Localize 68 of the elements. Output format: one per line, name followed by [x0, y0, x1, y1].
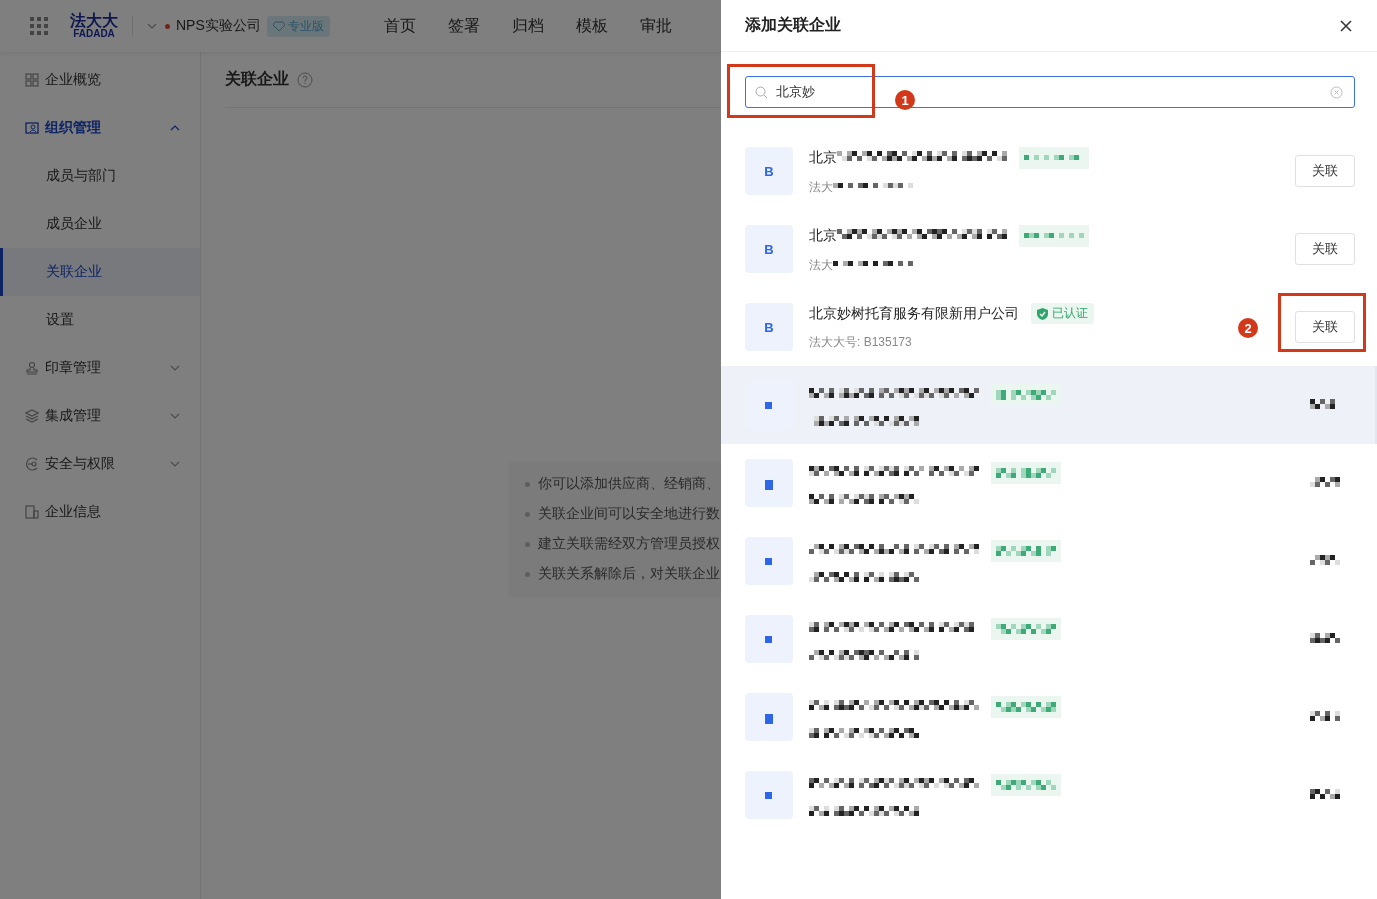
sidebar-item[interactable]: 企业概览 [0, 56, 200, 104]
nav-link[interactable]: 审批 [639, 15, 672, 37]
tip-text: 建立关联需经双方管理员授权 [538, 535, 720, 553]
app-grid-icon[interactable] [30, 17, 48, 35]
sidebar-item[interactable]: 安全与权限 [0, 440, 200, 488]
search-icon [755, 86, 768, 99]
company-name: 北京 [809, 148, 837, 167]
redacted-badge [991, 384, 1061, 406]
logo[interactable]: 法大大 FADADA [70, 13, 118, 39]
sidebar-item[interactable]: 集成管理 [0, 392, 200, 440]
status-dot [165, 23, 170, 29]
sidebar-item[interactable]: 组织管理 [0, 104, 200, 152]
close-button[interactable] [1339, 18, 1353, 33]
redacted-avatar [745, 459, 793, 507]
key-icon [25, 457, 39, 471]
layers-icon [25, 409, 39, 423]
redacted-avatar [745, 381, 793, 429]
redacted-avatar [745, 771, 793, 819]
chevron-icon[interactable] [170, 461, 180, 467]
page-title: 关联企业 [225, 69, 289, 89]
link-button[interactable]: 关联 [1295, 311, 1355, 343]
nav-link[interactable]: 签署 [447, 15, 480, 37]
diamond-icon [272, 21, 285, 31]
redacted-avatar [745, 615, 793, 663]
redacted-avatar [745, 537, 793, 585]
redacted-badge [1019, 146, 1089, 169]
building-icon [25, 505, 39, 519]
nav-link[interactable]: 归档 [511, 15, 544, 37]
chevron-icon[interactable] [170, 365, 180, 371]
company-name: 北京妙树托育服务有限新用户公司 [809, 304, 1019, 323]
sidebar-subitem[interactable]: 设置 [0, 296, 200, 344]
company-name: 北京 [809, 226, 837, 245]
verified-badge: 已认证 [1031, 303, 1094, 324]
grid-icon [25, 73, 39, 87]
redacted-badge [991, 540, 1061, 562]
redacted-badge [991, 618, 1061, 640]
link-button[interactable]: 关联 [1295, 155, 1355, 187]
company-switcher[interactable]: NPS实验公司 [176, 17, 261, 35]
redacted-badge [991, 462, 1061, 484]
tip-text: 关联企业间可以安全地进行数 [538, 505, 720, 523]
redacted-badge [1019, 224, 1089, 247]
sidebar-subitem[interactable]: 关联企业 [0, 248, 200, 296]
shield-check-icon [1037, 307, 1048, 320]
nav-link[interactable]: 模板 [575, 15, 608, 37]
id-card-icon [25, 121, 39, 135]
chevron-icon[interactable] [170, 125, 180, 131]
sidebar-item[interactable]: 印章管理 [0, 344, 200, 392]
edition-badge: 专业版 [266, 15, 330, 37]
tip-text: 关联关系解除后，对关联企业 [538, 565, 720, 583]
link-button[interactable]: 关联 [1295, 233, 1355, 265]
sidebar-item[interactable]: 企业信息 [0, 488, 200, 536]
sidebar-subitem[interactable]: 成员与部门 [0, 152, 200, 200]
redacted-badge [991, 774, 1061, 796]
chevron-icon[interactable] [147, 23, 157, 29]
redacted-avatar [745, 693, 793, 741]
tip-text: 你可以添加供应商、经销商、 [538, 475, 720, 493]
company-avatar: B [745, 303, 793, 351]
company-account: 法大 [809, 178, 833, 196]
redacted-badge [991, 696, 1061, 718]
company-avatar: B [745, 147, 793, 195]
company-account: 法大 [809, 256, 833, 274]
company-avatar: B [745, 225, 793, 273]
chevron-icon[interactable] [170, 413, 180, 419]
stamp-icon [25, 361, 39, 375]
company-account: 法大大号: B135173 [809, 334, 912, 351]
nav-link[interactable]: 首页 [383, 15, 416, 37]
drawer-title: 添加关联企业 [745, 15, 841, 35]
sidebar-subitem[interactable]: 成员企业 [0, 200, 200, 248]
